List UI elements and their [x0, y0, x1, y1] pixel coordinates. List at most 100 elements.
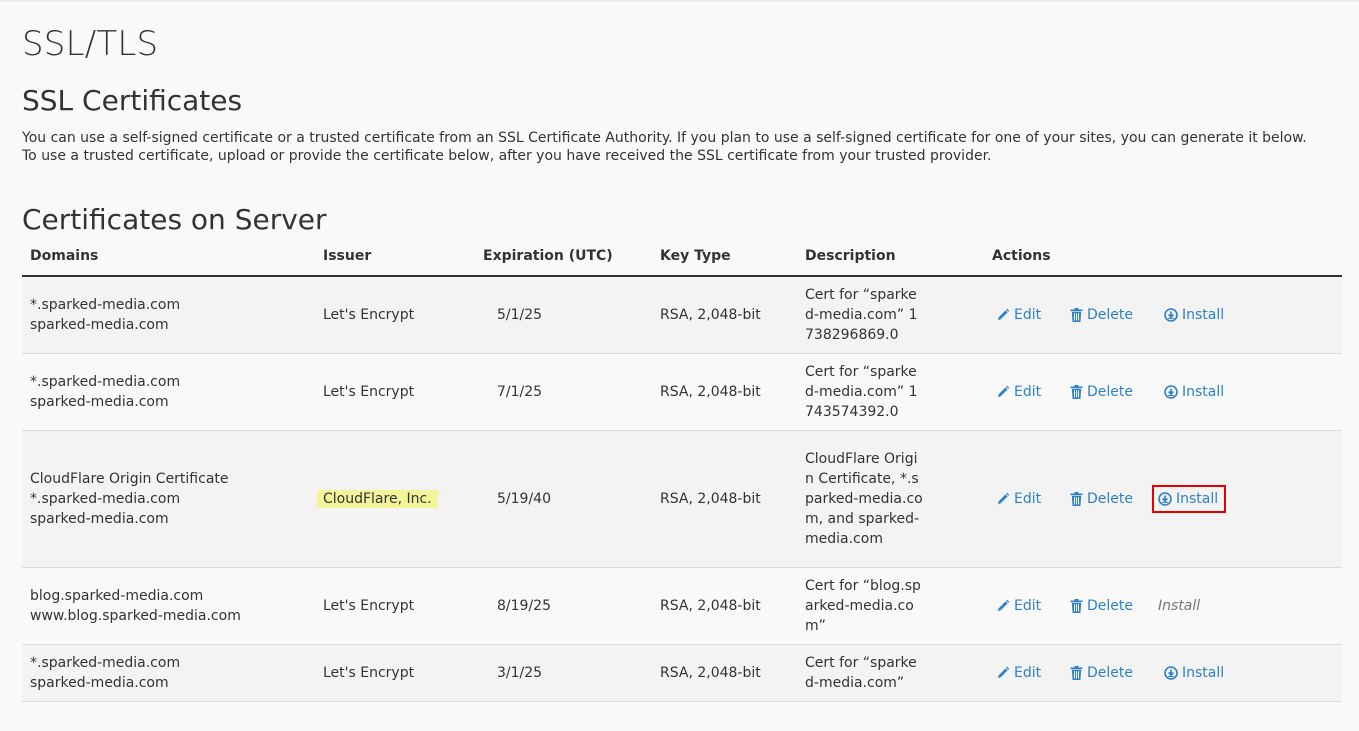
col-header-issuer[interactable]: Issuer: [315, 246, 475, 277]
domain-name: sparked-media.com: [30, 675, 169, 691]
domain-name: *.sparked-media.com: [30, 491, 181, 507]
domains-cell: *.sparked-media.com sparked-media.com: [22, 276, 315, 354]
issuer-cell: Let's Encrypt: [315, 353, 475, 431]
trash-icon: [1070, 385, 1083, 399]
col-header-domains[interactable]: Domains: [22, 246, 315, 277]
col-header-actions: Actions: [984, 246, 1342, 277]
edit-button[interactable]: Edit: [996, 382, 1070, 402]
actions-cell: Edit Delete Install: [984, 644, 1342, 702]
description-cell: Cert for “sparked-media.com”: [797, 644, 984, 702]
certificates-table: Domains Issuer Expiration (UTC) Key Type…: [22, 246, 1342, 702]
col-header-description[interactable]: Description: [797, 246, 984, 277]
download-circle-icon: [1164, 308, 1178, 322]
expiration-date: 5/19/40: [497, 491, 551, 507]
expiration-date: 5/1/25: [497, 307, 543, 323]
issuer-cell: Let's Encrypt: [315, 276, 475, 354]
table-header-row: Domains Issuer Expiration (UTC) Key Type…: [22, 246, 1342, 277]
edit-label: Edit: [1014, 598, 1042, 614]
install-label: Install: [1182, 665, 1225, 681]
domain-name: sparked-media.com: [30, 317, 169, 333]
description-cell: Cert for “sparked-media.com” 1738296869.…: [797, 276, 984, 354]
page: SSL/TLS SSL Certificates You can use a s…: [0, 24, 1359, 702]
expiration-cell: 5/1/25: [475, 276, 652, 354]
edit-button[interactable]: Edit: [996, 663, 1070, 683]
actions-cell: Edit Delete Install: [984, 430, 1342, 568]
domain-name: sparked-media.com: [30, 511, 169, 527]
description-cell: CloudFlare Origin Certificate, *.sparked…: [797, 430, 984, 568]
install-button[interactable]: Install: [1158, 378, 1232, 406]
delete-button[interactable]: Delete: [1070, 663, 1158, 683]
ssl-certificates-heading: SSL Certificates: [22, 84, 243, 117]
key-type-cell: RSA, 2,048-bit: [652, 430, 797, 568]
table-row: *.sparked-media.com sparked-media.com Le…: [22, 644, 1342, 702]
delete-label: Delete: [1087, 307, 1133, 323]
expiration-date: 8/19/25: [497, 598, 551, 614]
trash-icon: [1070, 308, 1083, 322]
domain-name: www.blog.sparked-media.com: [30, 608, 241, 624]
trash-icon: [1070, 599, 1083, 613]
actions-cell: Edit Delete Install: [984, 353, 1342, 431]
table-row: blog.sparked-media.com www.blog.sparked-…: [22, 567, 1342, 645]
certificates-on-server-heading: Certificates on Server: [22, 203, 327, 236]
install-button[interactable]: Install: [1158, 659, 1232, 687]
table-row: *.sparked-media.com sparked-media.com Le…: [22, 276, 1342, 354]
expiration-cell: 8/19/25: [475, 567, 652, 645]
domains-cell: blog.sparked-media.com www.blog.sparked-…: [22, 567, 315, 645]
delete-label: Delete: [1087, 384, 1133, 400]
actions-cell: Edit Delete Install: [984, 276, 1342, 354]
col-header-key-type[interactable]: Key Type: [652, 246, 797, 277]
install-label: Install: [1176, 491, 1219, 507]
install-button-highlighted[interactable]: Install: [1152, 485, 1227, 513]
edit-label: Edit: [1014, 491, 1042, 507]
delete-label: Delete: [1087, 665, 1133, 681]
domains-cell: CloudFlare Origin Certificate *.sparked-…: [22, 430, 315, 568]
key-type-cell: RSA, 2,048-bit: [652, 567, 797, 645]
delete-label: Delete: [1087, 598, 1133, 614]
delete-button[interactable]: Delete: [1070, 382, 1158, 402]
install-label: Install: [1182, 384, 1225, 400]
expiration-cell: 7/1/25: [475, 353, 652, 431]
download-circle-icon: [1164, 385, 1178, 399]
install-disabled-label: Install: [1158, 598, 1201, 614]
delete-label: Delete: [1087, 491, 1133, 507]
expiration-cell: 5/19/40: [475, 430, 652, 568]
page-title: SSL/TLS: [22, 24, 159, 64]
domain-name: blog.sparked-media.com: [30, 588, 204, 604]
delete-button[interactable]: Delete: [1070, 489, 1158, 509]
pencil-icon: [998, 385, 1010, 397]
issuer-cell: CloudFlare, Inc.: [315, 430, 475, 568]
ssl-description: You can use a self-signed certificate or…: [22, 130, 1307, 164]
trash-icon: [1070, 666, 1083, 680]
col-header-expiration[interactable]: Expiration (UTC): [475, 246, 652, 277]
domains-cell: *.sparked-media.com sparked-media.com: [22, 644, 315, 702]
top-strip: [0, 0, 1359, 2]
expiration-date: 3/1/25: [497, 665, 543, 681]
delete-button[interactable]: Delete: [1070, 305, 1158, 325]
delete-button[interactable]: Delete: [1070, 596, 1158, 616]
edit-label: Edit: [1014, 665, 1042, 681]
actions-cell: Edit Delete Install: [984, 567, 1342, 645]
issuer-cell: Let's Encrypt: [315, 644, 475, 702]
table-row: *.sparked-media.com sparked-media.com Le…: [22, 353, 1342, 431]
expiration-cell: 3/1/25: [475, 644, 652, 702]
install-label: Install: [1182, 307, 1225, 323]
download-circle-icon: [1158, 492, 1172, 506]
domain-name: sparked-media.com: [30, 394, 169, 410]
edit-button[interactable]: Edit: [996, 305, 1070, 325]
edit-label: Edit: [1014, 307, 1042, 323]
pencil-icon: [998, 599, 1010, 611]
description-cell: Cert for “sparked-media.com” 1743574392.…: [797, 353, 984, 431]
edit-button[interactable]: Edit: [996, 489, 1070, 509]
pencil-icon: [998, 492, 1010, 504]
install-button[interactable]: Install: [1158, 301, 1232, 329]
key-type-cell: RSA, 2,048-bit: [652, 353, 797, 431]
expiration-date: 7/1/25: [497, 384, 543, 400]
key-type-cell: RSA, 2,048-bit: [652, 276, 797, 354]
domain-name: CloudFlare Origin Certificate: [30, 471, 229, 487]
domain-name: *.sparked-media.com: [30, 297, 181, 313]
edit-label: Edit: [1014, 384, 1042, 400]
table-row: CloudFlare Origin Certificate *.sparked-…: [22, 430, 1342, 568]
download-circle-icon: [1164, 666, 1178, 680]
edit-button[interactable]: Edit: [996, 596, 1070, 616]
description-cell: Cert for “blog.sparked-media.com”: [797, 567, 984, 645]
